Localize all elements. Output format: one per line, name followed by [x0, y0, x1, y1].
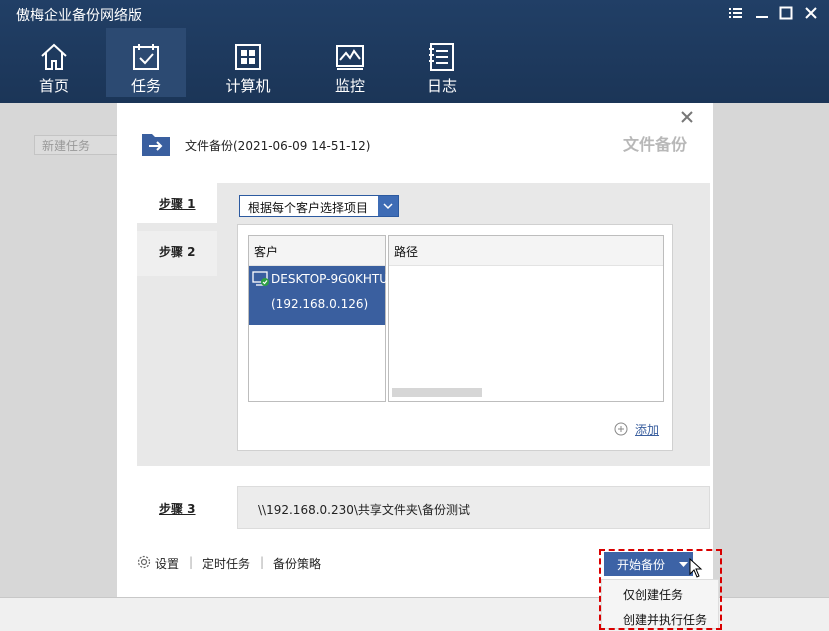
- backup-dialog: 文件备份 文件备份(2021-06-09 14-51-12) 步骤 1 步骤 2…: [117, 103, 713, 597]
- settings-link[interactable]: 设置: [155, 555, 179, 572]
- nav-home[interactable]: 首页: [14, 28, 94, 97]
- computer-icon: [235, 44, 261, 70]
- client-row[interactable]: DESKTOP-9G0KHTU (192.168.0.126): [249, 266, 389, 325]
- maximize-icon[interactable]: [777, 4, 795, 22]
- client-ip: (192.168.0.126): [271, 297, 369, 311]
- client-table: 客户 DESKTOP-9G0KHTU (192.168.0.126): [248, 235, 389, 402]
- horizontal-scrollbar[interactable]: [392, 388, 482, 397]
- computer-online-icon: [252, 271, 269, 286]
- nav-computer[interactable]: 计算机: [208, 28, 288, 97]
- step-2-label: 步骤 2: [159, 245, 196, 259]
- add-circle-icon[interactable]: [614, 422, 628, 436]
- client-name: DESKTOP-9G0KHTU: [271, 272, 389, 286]
- client-table-header: 客户: [249, 236, 385, 266]
- nav-home-label: 首页: [38, 77, 69, 95]
- nav-monitor[interactable]: 监控: [310, 28, 390, 97]
- dialog-corner-title: 文件备份: [623, 135, 688, 154]
- menu-icon[interactable]: [726, 4, 744, 22]
- step-3-tab[interactable]: 步骤 3: [137, 486, 217, 529]
- mouse-cursor-icon: [689, 558, 703, 578]
- path-table-header: 路径: [389, 236, 663, 266]
- divider: |: [189, 555, 194, 569]
- minimize-icon[interactable]: [753, 4, 771, 22]
- step-1-tab[interactable]: 步骤 1: [137, 183, 217, 223]
- nav-computer-label: 计算机: [225, 77, 271, 95]
- folder-backup-icon: [142, 134, 170, 156]
- nav-log-label: 日志: [426, 77, 457, 95]
- mode-select-value: 根据每个客户选择项目: [248, 201, 369, 215]
- menu-create-and-run[interactable]: 创建并执行任务: [602, 606, 718, 630]
- monitor-icon: [336, 45, 364, 70]
- schedule-link[interactable]: 定时任务: [202, 555, 250, 572]
- step-1-label: 步骤 1: [159, 197, 196, 211]
- nav-monitor-label: 监控: [334, 77, 365, 95]
- task-name[interactable]: 文件备份(2021-06-09 14-51-12): [185, 137, 370, 154]
- add-link[interactable]: 添加: [635, 421, 659, 438]
- home-icon: [41, 43, 67, 70]
- gear-icon[interactable]: [137, 555, 151, 569]
- menu-create-only[interactable]: 仅创建任务: [602, 581, 718, 605]
- destination-field[interactable]: \\192.168.0.230\共享文件夹\备份测试: [237, 486, 710, 529]
- start-backup-menu: 仅创建任务 创建并执行任务: [601, 579, 719, 629]
- title-bar: 傲梅企业备份网络版 首页 任务 计算机 监控 日志: [0, 0, 829, 103]
- nav-task[interactable]: 任务: [106, 28, 186, 97]
- nav-log[interactable]: 日志: [402, 28, 482, 97]
- close-icon[interactable]: [802, 4, 820, 22]
- app-title: 傲梅企业备份网络版: [16, 8, 142, 24]
- start-backup-button[interactable]: 开始备份: [604, 552, 693, 576]
- divider: |: [260, 555, 265, 569]
- path-table: 路径: [388, 235, 664, 402]
- destination-path: \\192.168.0.230\共享文件夹\备份测试: [258, 503, 470, 517]
- step-2-tab[interactable]: 步骤 2: [137, 231, 217, 276]
- source-selection-box: 客户 DESKTOP-9G0KHTU (192.168.0.126) 路径 添加: [237, 224, 673, 451]
- step-3-label: 步骤 3: [159, 502, 196, 516]
- nav-task-label: 任务: [130, 77, 161, 95]
- start-backup-label: 开始备份: [617, 558, 666, 572]
- chevron-down-icon[interactable]: [378, 196, 398, 216]
- strategy-link[interactable]: 备份策略: [273, 555, 321, 572]
- log-icon: [429, 43, 454, 71]
- mode-select[interactable]: 根据每个客户选择项目: [239, 195, 399, 217]
- close-icon[interactable]: [679, 109, 695, 125]
- task-icon: [133, 44, 159, 70]
- new-task-button[interactable]: 新建任务: [34, 135, 118, 155]
